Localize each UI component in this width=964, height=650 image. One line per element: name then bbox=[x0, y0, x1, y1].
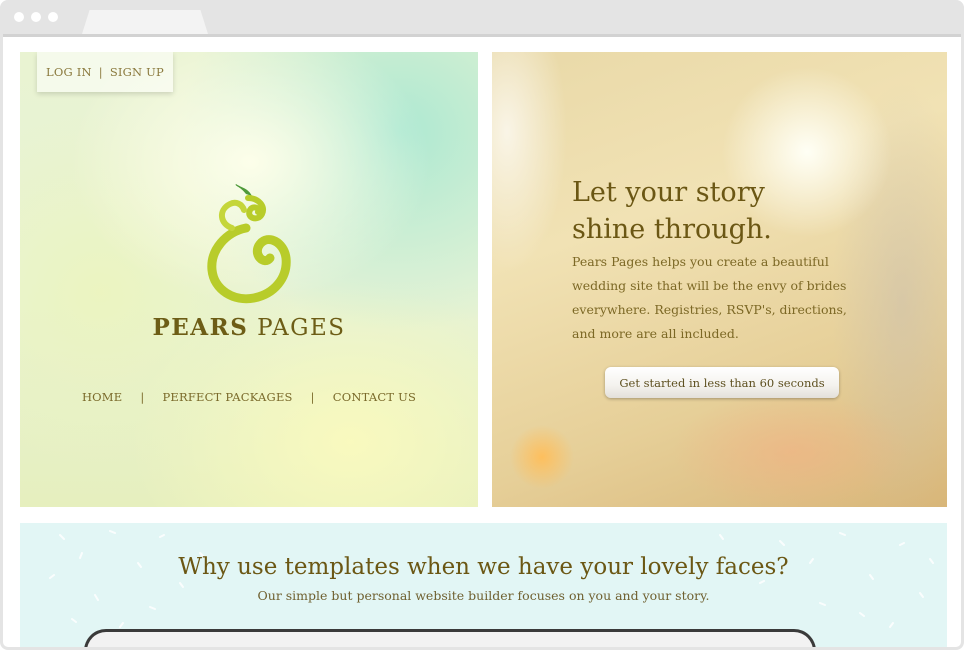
templates-section: Why use templates when we have your love… bbox=[20, 523, 947, 647]
nav-item-contact-us[interactable]: CONTACT US bbox=[333, 390, 416, 404]
logo-upper-loop bbox=[219, 199, 247, 231]
window-maximize-dot[interactable] bbox=[48, 12, 58, 22]
nav-separator: | bbox=[140, 390, 145, 404]
section-subtitle: Our simple but personal website builder … bbox=[257, 588, 710, 603]
hero-title: Let your story shine through. bbox=[572, 174, 872, 248]
window-minimize-dot[interactable] bbox=[31, 12, 41, 22]
hero-description: Pears Pages helps you create a beautiful… bbox=[572, 254, 847, 341]
logo-top-swirl bbox=[245, 195, 266, 222]
section-title: Why use templates when we have your love… bbox=[178, 554, 789, 580]
brand-word-2: PAGES bbox=[257, 315, 346, 341]
logo-bottom-swirl bbox=[207, 223, 291, 304]
device-preview-frame bbox=[84, 629, 816, 647]
nav-item-home[interactable]: HOME bbox=[82, 390, 122, 404]
nav-separator: | bbox=[310, 390, 315, 404]
brand-word-1: PEARS bbox=[152, 314, 249, 341]
auth-links: LOG IN | SIGN UP bbox=[37, 52, 173, 92]
wedding-photo-panel: Let your story shine through. Pears Page… bbox=[492, 52, 947, 507]
brand-hero-panel: LOG IN | SIGN UP PEARS PAGES HOME | PERF… bbox=[20, 52, 478, 507]
signup-link[interactable]: SIGN UP bbox=[110, 65, 164, 79]
auth-separator: | bbox=[98, 65, 103, 79]
hero-title-line-1: Let your story bbox=[572, 177, 765, 208]
browser-toolbar bbox=[0, 0, 964, 34]
toolbar-divider bbox=[0, 34, 964, 37]
brand-wordmark: PEARS PAGES bbox=[20, 314, 478, 341]
get-started-button[interactable]: Get started in less than 60 seconds bbox=[605, 367, 839, 398]
hero-title-line-2: shine through. bbox=[572, 214, 772, 245]
browser-tab[interactable] bbox=[82, 10, 208, 34]
window-close-dot[interactable] bbox=[14, 12, 24, 22]
nav-item-perfect-packages[interactable]: PERFECT PACKAGES bbox=[162, 390, 292, 404]
login-link[interactable]: LOG IN bbox=[46, 65, 92, 79]
leaf-shape bbox=[235, 184, 252, 196]
pear-ampersand-icon[interactable] bbox=[206, 184, 292, 304]
device-preview-screen bbox=[87, 632, 813, 647]
main-nav: HOME | PERFECT PACKAGES | CONTACT US bbox=[20, 390, 478, 404]
